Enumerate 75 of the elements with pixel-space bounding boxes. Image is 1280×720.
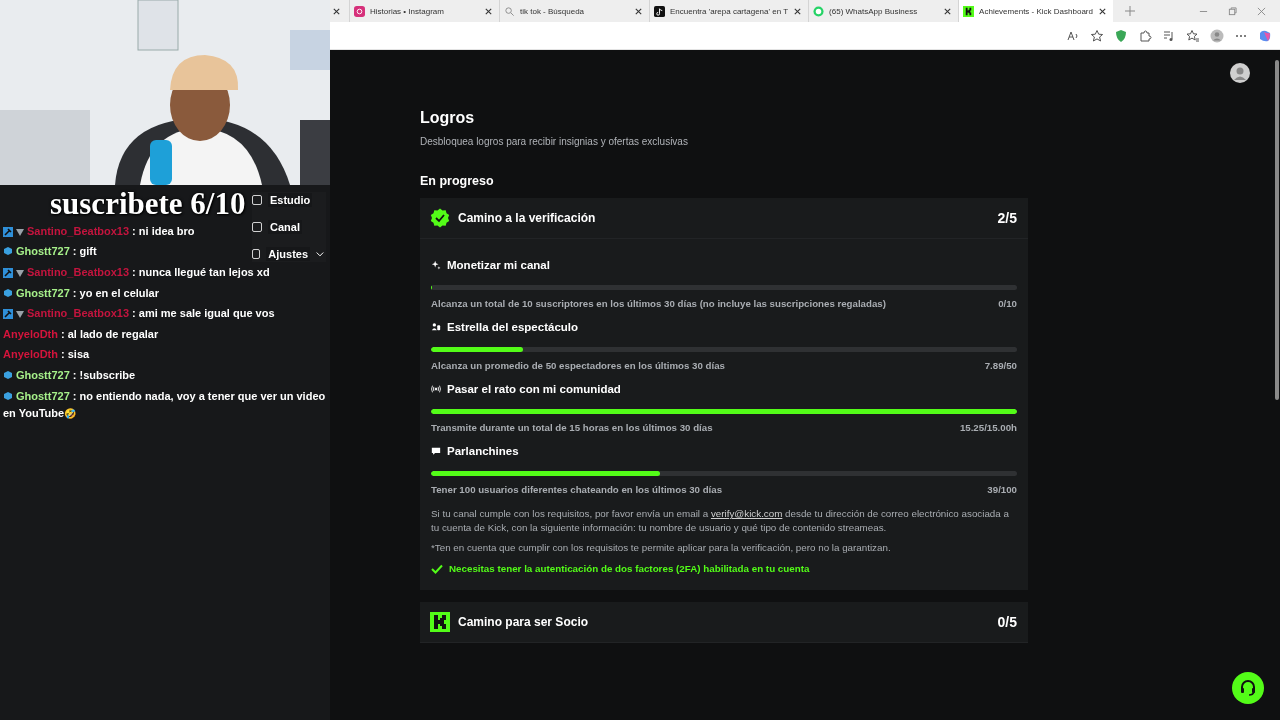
chat-bubble-icon [431,446,441,456]
scrollbar[interactable] [1275,60,1279,400]
hammer-badge-icon [3,226,13,237]
goal-title: Estrella del espectáculo [447,321,579,333]
cube-badge-icon [3,246,13,257]
instructions-text: Si tu canal cumple con los requisitos, por favor envía un email a verify@kick.com desde tu dirección de correo electrónico asociada a tu cuenta de Kick, con la siguiente información: tu nombre de usuario y qué tipo de contenido streameas. [431,507,1010,535]
cube-badge-icon [3,287,13,298]
profile-icon[interactable] [1210,28,1224,43]
requirement-text: Necesitas tener la autenticación de dos factores (2FA) habilitada en tu cuenta [449,563,810,574]
card-title: Camino a la verificación [458,211,597,225]
people-icon [431,322,441,332]
goal-title: Pasar el rato con mi comunidad [447,383,621,395]
chat-message: Santino_Beatbox13 : ni idea bro [3,221,195,242]
chevron-icon [316,250,324,258]
page-title: Logros [420,109,476,127]
music-list-icon[interactable] [1162,28,1176,43]
menu-item[interactable]: Ajustes [266,247,311,261]
headset-icon [1238,678,1258,698]
hammer-badge-icon [3,309,13,320]
goal-description: Transmite durante un total de 15 horas en los últimos 30 días [431,422,713,433]
close-icon[interactable] [1097,6,1107,16]
k-logo-icon [963,5,975,17]
support-button[interactable] [1232,672,1264,704]
chat-message: Ghostt727 : yo en el celular [3,282,159,304]
shield-icon[interactable] [1114,28,1128,43]
section-heading: En progreso [420,174,495,188]
close-icon[interactable] [634,6,643,16]
menu-item[interactable]: Estudio [268,193,313,207]
goal-description: Alcanza un total de 10 suscriptores en los últimos 30 días (no incluye las suscripciones regaladas) [431,298,886,309]
progress-count: 2/5 [997,210,1017,226]
goal-title: Monetizar mi canal [447,259,550,271]
email-link[interactable]: verify@kick.com [710,508,783,519]
close-icon[interactable] [943,6,953,16]
shield-badge-icon [15,268,25,279]
progress-count: 0/5 [997,614,1017,630]
cube-badge-icon [3,390,13,401]
page-subtitle: Desbloquea logros para recibir insignias y ofertas exclusivas [420,136,689,147]
card-title: Camino para ser Socio [458,615,590,629]
chat-message: AnyeloDth : sisa [3,347,90,363]
disclaimer-text: *Ten en cuenta que cumplir con los requisitos te permite aplicar para la verificación, pero no la garantizan. [431,541,892,555]
k-logo-icon [430,612,450,632]
goal-reading: 0/10 [998,298,1017,309]
goal-description: Alcanza un promedio de 50 espectadores en los últimos 30 días [431,360,725,371]
puzzle-icon[interactable] [1138,28,1152,43]
close-icon[interactable] [332,6,341,16]
star-icon[interactable] [1090,28,1104,43]
note-logo-icon [654,5,665,17]
restore-icon[interactable] [1228,6,1237,16]
shield-badge-icon [15,309,25,320]
goal-reading: 39/100 [987,484,1017,495]
chat-message: AnyeloDth : al lado de regalar [3,326,159,342]
broadcast-icon [431,384,441,394]
hammer-badge-icon [3,268,13,279]
chat-message: Ghostt727 : !subscribe [3,365,136,386]
goal-title: Parlanchines [447,445,519,457]
goal-description: Tener 100 usuarios diferentes chateando en los últimos 30 días [431,484,723,495]
chat-message: Santino_Beatbox13 : nunca llegué tan lejos xd [3,262,270,283]
chat-message: Ghostt727 : no entiendo nada, voy a tener que ver un video en YouTube🤣 [3,388,327,421]
sparkle-icon [431,260,441,270]
browser-tab[interactable]: Achievements - Kick Dashboard [958,0,1113,22]
verified-badge-icon [430,208,450,228]
search-icon [504,5,515,17]
close-icon[interactable] [484,6,493,16]
chat-message: Santino_Beatbox13 : ami me sale igual que vos [3,303,275,324]
cube-badge-icon [3,369,13,380]
shield-badge-icon [15,226,25,237]
menu-item[interactable]: Canal [268,220,302,234]
assistant-icon[interactable] [1258,28,1272,43]
favorites-icon[interactable] [1186,28,1200,43]
avatar-icon[interactable] [1230,62,1250,83]
goal-reading: 15.25/15.00h [959,422,1017,433]
chat-message: Ghostt727 : gift [3,241,97,263]
goal-reading: 7.89/50 [984,360,1017,371]
close-icon[interactable] [793,6,803,16]
overlay-caption: suscribete 6/10 [50,186,246,222]
